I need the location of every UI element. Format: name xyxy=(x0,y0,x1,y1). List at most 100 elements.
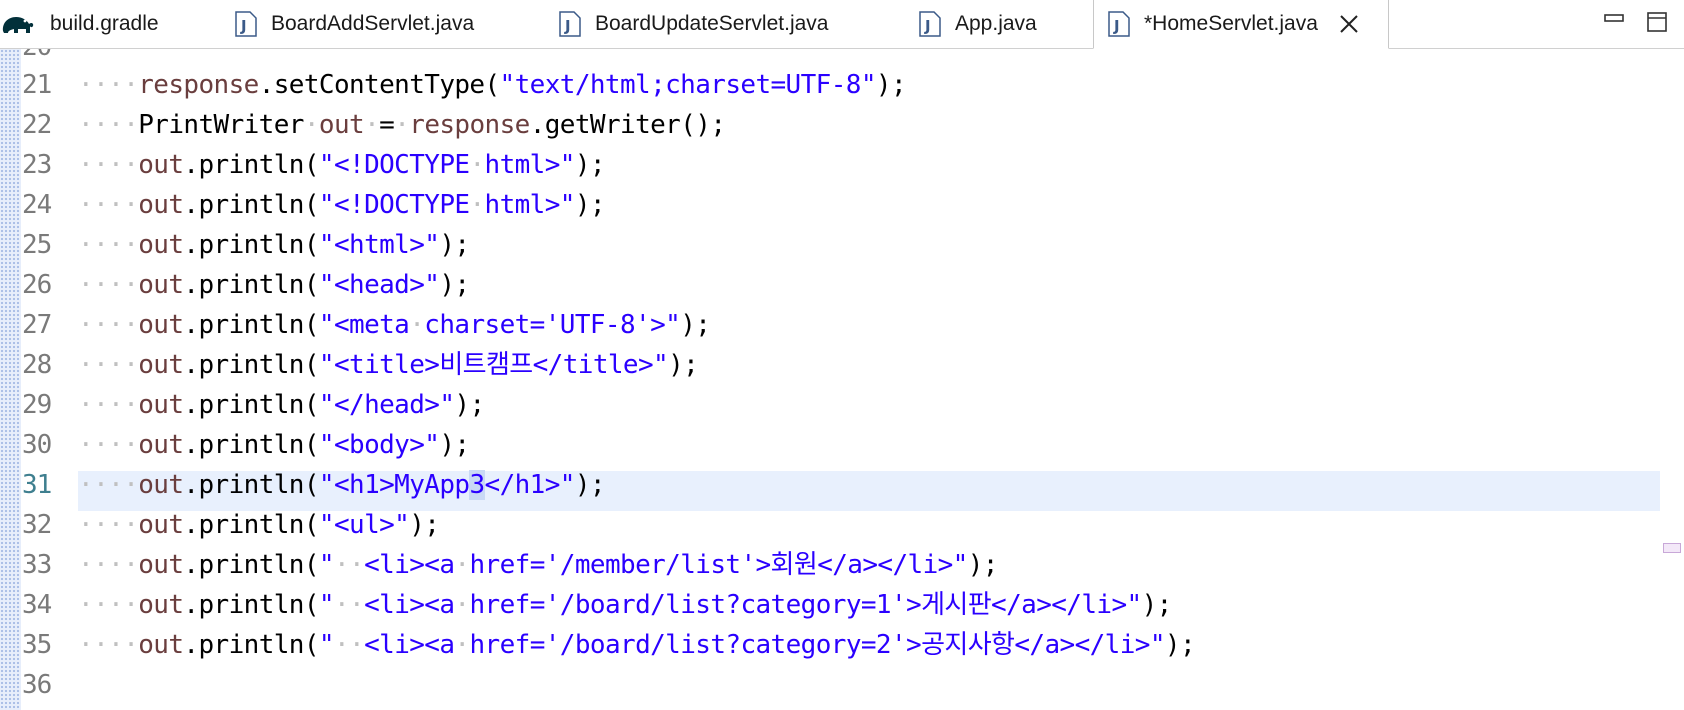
code-line[interactable]: 32 ····out.println("<ul>"); xyxy=(0,505,1684,545)
indent-token: ···· xyxy=(78,590,139,620)
code-text: ····out.println("<!DOCTYPE·html>"); xyxy=(78,185,606,225)
svg-text:J: J xyxy=(240,17,247,35)
indent-token: ···· xyxy=(78,430,139,460)
end-token: ); xyxy=(574,190,606,220)
tab-home-servlet[interactable]: J *HomeServlet.java xyxy=(1093,0,1389,49)
var-token: out xyxy=(138,510,184,540)
svg-text:J: J xyxy=(924,17,931,35)
string-literal: "text/html;charset=UTF-8" xyxy=(499,70,877,100)
rest-token: .println( xyxy=(183,390,319,420)
code-line[interactable]: 28 ····out.println("<title>비트캠프</title>")… xyxy=(0,345,1684,385)
var-token: out xyxy=(138,470,184,500)
end-token: ); xyxy=(574,470,606,500)
code-line[interactable]: 23 ····out.println("<!DOCTYPE·html>"); xyxy=(0,145,1684,185)
line-number: 22 xyxy=(22,110,52,140)
code-text: ····out.println("··<li><a·href='/board/l… xyxy=(78,625,1196,665)
close-icon[interactable] xyxy=(1338,13,1360,35)
end-token: ); xyxy=(454,390,485,420)
text-cursor: 3 xyxy=(469,470,485,500)
end-token: ); xyxy=(1141,590,1173,620)
code-editor[interactable]: 20 21····response.setContentType("text/h… xyxy=(0,49,1684,710)
var-token: out xyxy=(138,630,184,660)
string-literal: "··<li><a·href='/board/list?category=1'>… xyxy=(318,590,1142,620)
string-literal: "<ul>" xyxy=(318,510,410,540)
var-token: out xyxy=(318,110,365,140)
code-line[interactable]: 24 ····out.println("<!DOCTYPE·html>"); xyxy=(0,185,1684,225)
code-line[interactable]: 22 ····PrintWriter·out·=·response.getWrit… xyxy=(0,105,1684,145)
tab-board-update-servlet[interactable]: J BoardUpdateServlet.java xyxy=(559,0,828,48)
code-text: ····response.setContentType("text/html;c… xyxy=(78,65,907,105)
string-literal: "<!DOCTYPE·html>" xyxy=(318,150,576,180)
java-file-icon: J xyxy=(559,11,581,37)
var-token: out xyxy=(138,150,184,180)
string-literal: "··<li><a·href='/board/list?category=2'>… xyxy=(318,630,1166,660)
var-token: out xyxy=(138,270,184,300)
tab-label: *HomeServlet.java xyxy=(1144,12,1318,35)
end-token: ); xyxy=(1164,630,1196,660)
maximize-icon[interactable] xyxy=(1645,10,1669,34)
var-token: out xyxy=(138,310,184,340)
line-number: 34 xyxy=(22,590,52,620)
tab-build-gradle[interactable]: build.gradle xyxy=(0,0,159,48)
line-number: 25 xyxy=(22,230,52,260)
code-line[interactable]: 36 xyxy=(0,665,1684,705)
code-text: ····out.println("<!DOCTYPE·html>"); xyxy=(78,145,606,185)
line-number: 23 xyxy=(22,150,52,180)
rest-token: .println( xyxy=(183,630,319,660)
line-number: 21 xyxy=(22,70,52,100)
string-literal: "<html>" xyxy=(318,230,440,260)
string-literal: "<title>비트캠프</title>" xyxy=(318,350,669,380)
code-line[interactable]: 35 ····out.println("··<li><a·href='/board… xyxy=(0,625,1684,665)
code-text: ····out.println("<head>"); xyxy=(78,265,470,305)
line-number: 33 xyxy=(22,550,52,580)
indent-token: ···· xyxy=(78,230,139,260)
end-token: ); xyxy=(668,350,699,380)
line-number: 36 xyxy=(22,670,52,700)
tab-label: BoardUpdateServlet.java xyxy=(595,12,829,35)
string-literal: "<body>" xyxy=(318,430,440,460)
rest-token: .println( xyxy=(183,470,319,500)
plain-token: PrintWriter· xyxy=(138,110,319,140)
var2-token: response xyxy=(409,110,530,140)
java-file-icon: J xyxy=(919,11,941,37)
line-number: 30 xyxy=(22,430,52,460)
line-number: 35 xyxy=(22,630,52,660)
editor-tab-bar: build.gradle J BoardAddServlet.java J Bo… xyxy=(0,0,1684,49)
code-text: ····PrintWriter·out·=·response.getWriter… xyxy=(78,105,726,145)
line-number: 28 xyxy=(22,350,52,380)
tab-app[interactable]: J App.java xyxy=(919,0,1037,48)
rest-token: .println( xyxy=(183,230,319,260)
java-file-icon: J xyxy=(1108,11,1130,37)
code-text: ····out.println("··<li><a·href='/member/… xyxy=(78,545,998,585)
indent-token: ···· xyxy=(78,470,139,500)
string-literal: "</head>" xyxy=(318,390,455,420)
rest-token: .println( xyxy=(183,190,319,220)
code-line[interactable]: 33 ····out.println("··<li><a·href='/membe… xyxy=(0,545,1684,585)
end-token: ); xyxy=(439,230,470,260)
code-line[interactable]: 25 ····out.println("<html>"); xyxy=(0,225,1684,265)
minimize-icon[interactable] xyxy=(1602,10,1626,34)
end-token: ); xyxy=(439,270,470,300)
code-line[interactable]: 27 ····out.println("<meta·charset='UTF-8'… xyxy=(0,305,1684,345)
indent-token: ···· xyxy=(78,310,139,340)
code-line[interactable]: 30 ····out.println("<body>"); xyxy=(0,425,1684,465)
var-token: out xyxy=(138,230,184,260)
line-number: 32 xyxy=(22,510,52,540)
code-line[interactable]: 29 ····out.println("</head>"); xyxy=(0,385,1684,425)
code-text: ····out.println("··<li><a·href='/board/l… xyxy=(78,585,1172,625)
code-line[interactable]: 26 ····out.println("<head>"); xyxy=(0,265,1684,305)
line-number: 27 xyxy=(22,310,52,340)
var-token: out xyxy=(138,430,184,460)
overview-ruler-marker[interactable] xyxy=(1663,543,1681,553)
code-text: ····out.println("<h1>MyApp3</h1>"); xyxy=(78,465,606,505)
code-line[interactable]: 31 ····out.println("<h1>MyApp3</h1>"); xyxy=(0,465,1684,505)
indent-token: ···· xyxy=(78,510,139,540)
indent-token: ···· xyxy=(78,190,139,220)
end-token: ); xyxy=(967,550,999,580)
code-line[interactable]: 21 ····response.setContentType("text/html… xyxy=(0,65,1684,105)
indent-token: ···· xyxy=(78,150,139,180)
code-line[interactable]: 34 ····out.println("··<li><a·href='/board… xyxy=(0,585,1684,625)
indent-token: ···· xyxy=(78,630,139,660)
tab-board-add-servlet[interactable]: J BoardAddServlet.java xyxy=(235,0,474,48)
indent-token: ···· xyxy=(78,390,139,420)
